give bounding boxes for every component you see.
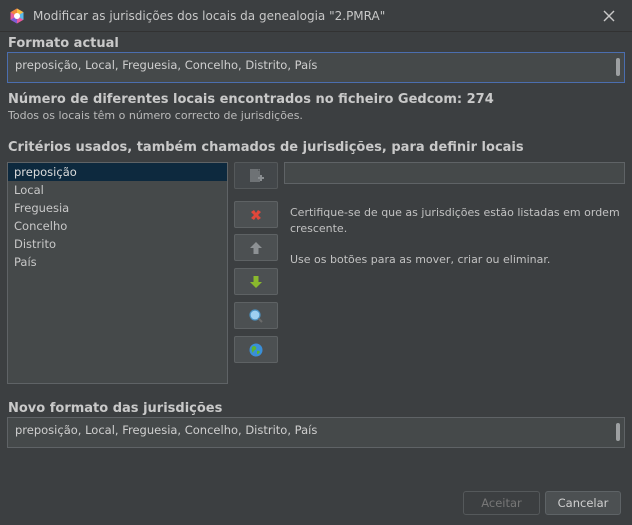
list-item[interactable]: País — [8, 253, 227, 271]
magnifier-icon — [249, 308, 263, 323]
new-format-value: preposição, Local, Freguesia, Concelho, … — [15, 423, 318, 437]
arrow-up-icon — [250, 241, 262, 254]
search-place-button[interactable] — [234, 302, 278, 329]
current-format-scrollbar[interactable] — [616, 58, 620, 76]
current-format-label: Formato actual — [8, 36, 119, 51]
new-jurisdiction-input[interactable] — [284, 162, 625, 184]
help-text-line1: Certifique-se de que as jurisdições estã… — [290, 206, 620, 219]
move-down-button[interactable] — [234, 268, 278, 295]
accept-button[interactable]: Aceitar — [463, 491, 540, 515]
list-item[interactable]: Distrito — [8, 235, 227, 253]
jurisdiction-list[interactable]: preposição Local Freguesia Concelho Dist… — [7, 162, 228, 384]
globe-button[interactable] — [234, 336, 278, 363]
globe-icon — [249, 343, 263, 356]
close-icon[interactable] — [597, 4, 621, 28]
places-count-label: Número de diferentes locais encontrados … — [8, 92, 494, 107]
new-format-scrollbar[interactable] — [616, 423, 620, 441]
list-item[interactable]: Freguesia — [8, 199, 227, 217]
arrow-down-green-icon — [250, 275, 262, 288]
current-format-value: preposição, Local, Freguesia, Concelho, … — [15, 58, 318, 72]
places-count-note: Todos os locais têm o número correcto de… — [8, 109, 303, 122]
add-jurisdiction-button[interactable] — [234, 162, 278, 189]
criteria-label: Critérios usados, também chamados de jur… — [8, 140, 524, 155]
list-item[interactable]: Local — [8, 181, 227, 199]
title-bar: Modificar as jurisdições dos locais da g… — [0, 0, 632, 32]
new-format-label: Novo formato das jurisdições — [8, 401, 223, 416]
cancel-button[interactable]: Cancelar — [545, 491, 621, 515]
delete-jurisdiction-button[interactable] — [234, 201, 278, 228]
current-format-field[interactable]: preposição, Local, Freguesia, Concelho, … — [7, 52, 625, 83]
help-text-line3: Use os botões para as mover, criar ou el… — [290, 253, 551, 266]
hexagon-app-icon — [10, 8, 24, 24]
delete-red-x-icon — [251, 209, 261, 220]
help-text-line2: crescente. — [290, 222, 348, 235]
new-format-field[interactable]: preposição, Local, Freguesia, Concelho, … — [7, 417, 625, 448]
window-title: Modificar as jurisdições dos locais da g… — [33, 9, 386, 23]
move-up-button[interactable] — [234, 234, 278, 261]
add-jurisdiction-icon — [250, 168, 264, 182]
list-item[interactable]: Concelho — [8, 217, 227, 235]
list-item[interactable]: preposição — [8, 163, 227, 181]
